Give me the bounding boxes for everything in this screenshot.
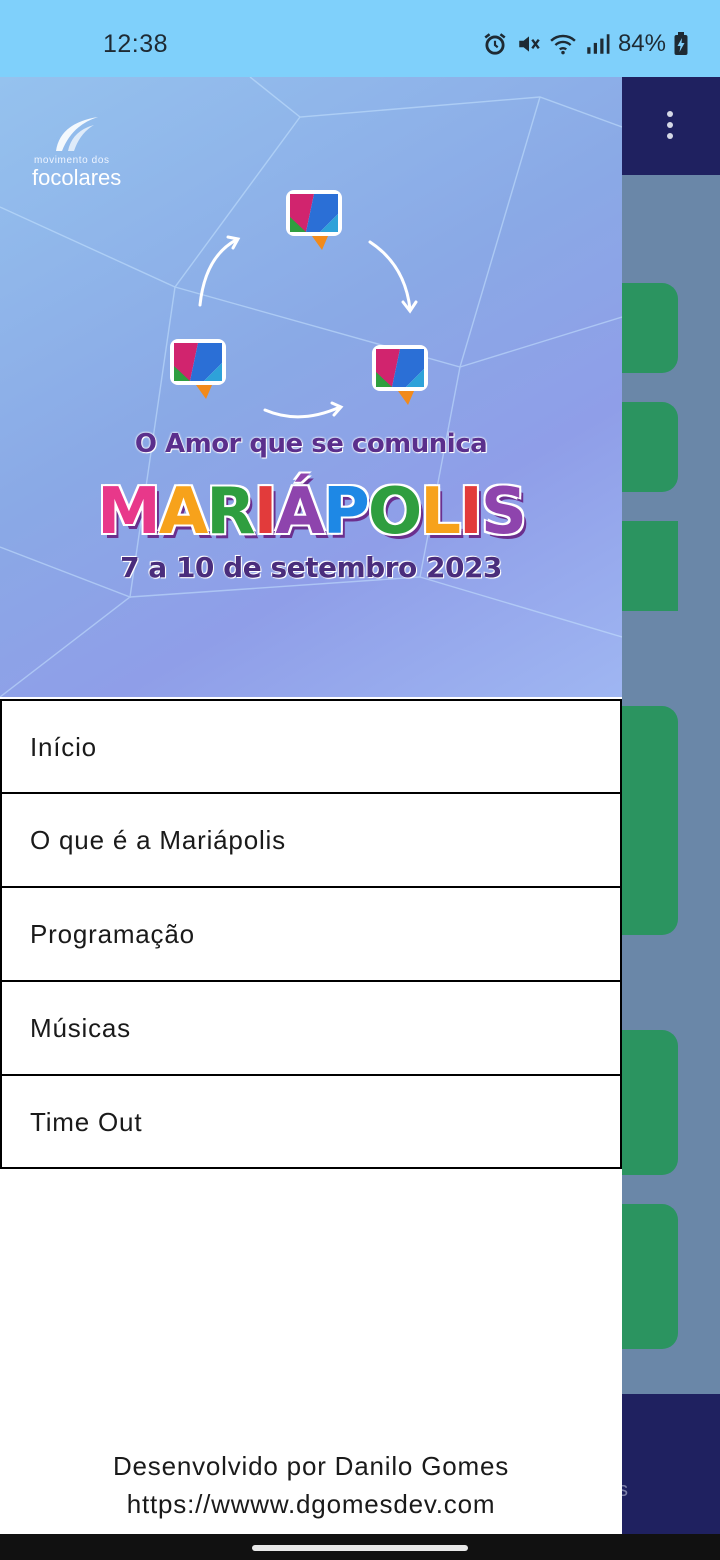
menu-item-musicas[interactable]: Músicas (0, 981, 622, 1075)
wifi-icon (550, 34, 576, 55)
event-dates: 7 a 10 de setembro 2023 (120, 551, 502, 584)
battery-charging-icon (674, 32, 688, 55)
banner-title-letter: O (367, 475, 422, 549)
menu-item-inicio[interactable]: Início (0, 699, 622, 793)
speech-bubble-icon (170, 339, 226, 399)
status-bar: 12:38 84% (0, 0, 720, 77)
alarm-icon (484, 33, 506, 55)
status-icons: 84% (482, 30, 688, 58)
menu-item-o-que-e[interactable]: O que é a Mariápolis (0, 793, 622, 887)
menu-item-time-out[interactable]: Time Out (0, 1075, 622, 1169)
speech-bubble-icon (286, 190, 342, 250)
developer-credit: Desenvolvido por Danilo Gomes (112, 1451, 510, 1481)
banner-title-letter: M (97, 475, 161, 549)
status-time: 12:38 (103, 30, 169, 58)
banner-title-letter: I (253, 475, 278, 549)
developer-link[interactable]: https://wwww.dgomesdev.com (0, 1485, 622, 1523)
banner-title: MARIÁPOLIS (0, 475, 622, 549)
banner-title-letter: L (420, 475, 461, 549)
banner-title-letter: P (322, 475, 370, 549)
mute-icon (519, 36, 540, 52)
menu-item-programacao[interactable]: Programação (0, 887, 622, 981)
banner-title-letter: R (206, 475, 255, 549)
signal-icon (587, 34, 610, 54)
banner-title-letter: A (158, 475, 209, 549)
home-gesture-handle[interactable] (252, 1545, 468, 1551)
drawer-footer: Desenvolvido por Danilo Gomes https://ww… (0, 1447, 622, 1523)
focolares-logo: movimento dos focolares (32, 115, 132, 190)
banner-title-letter: Á (275, 475, 325, 549)
speech-bubble-icon (372, 345, 428, 405)
drawer-header-banner: movimento dos focolares O Amor que se co… (0, 77, 622, 697)
focolares-swoosh-icon (56, 117, 98, 151)
battery-percent: 84% (617, 30, 666, 57)
navigation-drawer: movimento dos focolares O Amor que se co… (0, 77, 622, 1534)
banner-title-letter: I (459, 475, 483, 549)
overflow-menu-icon[interactable] (660, 111, 680, 145)
logo-name: focolares (32, 165, 122, 190)
banner-tagline: O Amor que se comunica (134, 429, 488, 459)
banner-title-letter: S (480, 475, 527, 549)
drawer-menu: Início O que é a Mariápolis Programação … (0, 699, 622, 1169)
